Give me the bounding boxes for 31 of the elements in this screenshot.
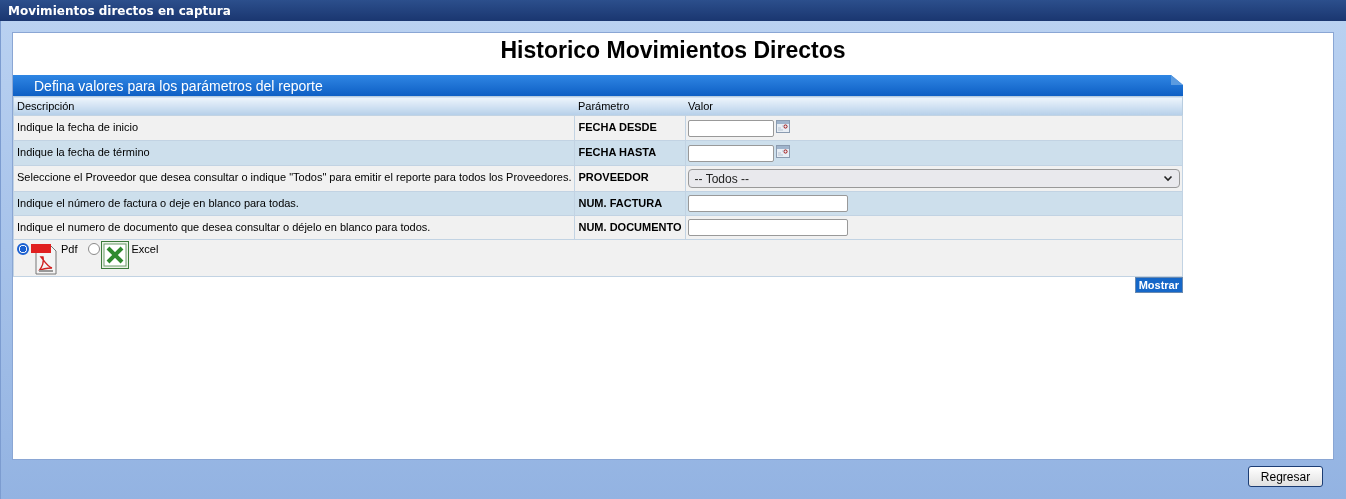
show-button[interactable]: Mostrar — [1134, 277, 1183, 293]
radio-button[interactable] — [87, 243, 100, 255]
back-button[interactable]: Regresar — [1248, 466, 1323, 487]
column-header: Valor — [685, 96, 1183, 116]
radio-button[interactable] — [17, 243, 29, 255]
table-cell: PROVEEDOR — [574, 165, 686, 192]
calendar-icon[interactable] — [775, 120, 790, 133]
column-header: Descripción — [13, 96, 575, 116]
date-field[interactable] — [687, 145, 774, 162]
provider-dropdown[interactable]: -- Todos -- — [687, 169, 1180, 188]
column-header: Parámetro — [574, 96, 686, 116]
input-field[interactable] — [687, 195, 848, 212]
chevron-down-icon — [1163, 175, 1173, 182]
table-cell: FECHA DESDE — [574, 115, 686, 141]
window-title: Movimientos directos en captura — [8, 3, 231, 18]
date-field[interactable] — [687, 120, 774, 137]
folded-corner-icon — [1171, 75, 1183, 85]
table-cell: FECHA HASTA — [574, 140, 686, 166]
table-cell: Indique el numero de documento que desea consultar o déjelo en blanco para todos. — [13, 215, 575, 240]
table-cell: Indique la fecha de término — [13, 140, 575, 166]
table-cell: Indique la fecha de inicio — [13, 115, 575, 141]
calendar-icon[interactable] — [775, 145, 790, 158]
table-cell: Indique el número de factura o deje en blanco para todas. — [13, 191, 575, 216]
page-heading: Historico Movimientos Directos — [499, 36, 847, 65]
format-label: Excel — [130, 242, 159, 255]
format-label: Pdf — [60, 242, 78, 255]
table-cell: Seleccione el Proveedor que desea consultar o indique "Todos" para emitir el reporte para todos los Proveedores. — [13, 165, 575, 192]
table-cell: NUM. DOCUMENTO — [574, 215, 686, 240]
input-field[interactable] — [687, 219, 848, 236]
panel-title: Defina valores para los parámetros del reporte — [34, 77, 323, 94]
table-cell: NUM. FACTURA — [574, 191, 686, 216]
